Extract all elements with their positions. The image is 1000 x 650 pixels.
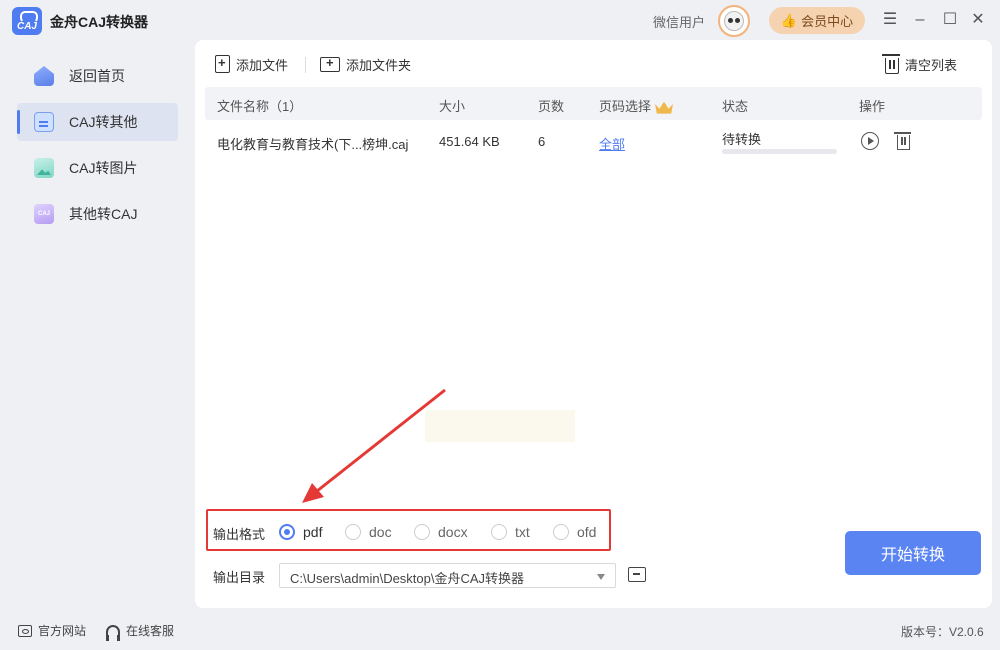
clear-list-button[interactable]: 清空列表: [882, 53, 958, 75]
hamburger-icon[interactable]: ☰: [879, 9, 901, 31]
official-website-link[interactable]: 官方网站: [18, 622, 86, 639]
file-status: 待转换: [722, 132, 762, 147]
add-file-button[interactable]: 添加文件: [215, 53, 288, 75]
col-pages: 页数: [538, 99, 565, 114]
clear-list-label: 清空列表: [905, 57, 958, 73]
format-option-label: pdf: [303, 524, 323, 540]
chevron-down-icon: [597, 574, 605, 580]
toolbar-divider: [305, 57, 306, 73]
thumbs-up-icon: 👍: [780, 12, 798, 28]
add-folder-button[interactable]: 添加文件夹: [320, 53, 411, 75]
format-option-label: docx: [438, 524, 468, 540]
delete-icon[interactable]: [894, 132, 911, 150]
format-radio-ofd[interactable]: ofd: [553, 524, 596, 540]
title-bar: CAJ 金舟CAJ转换器 微信用户 👍 会员中心 ☰ – ☐ ✕: [0, 0, 1000, 40]
progress-bar: [722, 149, 837, 154]
radio-dot-icon: [279, 524, 295, 540]
sidebar-item-caj-to-image[interactable]: CAJ转图片: [17, 149, 178, 187]
format-radio-docx[interactable]: docx: [414, 524, 468, 540]
table-header: 文件名称（1） 大小 页数 页码选择 状态 操作: [205, 87, 982, 120]
image-icon: [34, 158, 54, 178]
output-format-label: 输出格式: [213, 527, 266, 542]
minimize-icon[interactable]: –: [909, 9, 931, 31]
sidebar-item-label: CAJ转其他: [69, 114, 138, 130]
radio-dot-icon: [345, 524, 361, 540]
version-text: 版本号：V2.0.6: [901, 625, 984, 639]
file-size: 451.64 KB: [439, 134, 500, 149]
col-page-select: 页码选择: [599, 96, 674, 115]
radio-dot-icon: [414, 524, 430, 540]
col-name: 文件名称（1）: [217, 99, 303, 114]
sidebar: 返回首页 CAJ转其他 CAJ转图片 CAJ 其他转CAJ: [0, 40, 195, 610]
format-radio-pdf[interactable]: pdf: [279, 524, 322, 540]
trash-icon: [882, 53, 900, 74]
file-pages: 6: [538, 134, 546, 149]
radio-dot-icon: [553, 524, 569, 540]
output-dir-label: 输出目录: [213, 570, 266, 585]
format-radio-doc[interactable]: doc: [345, 524, 392, 540]
format-option-label: doc: [369, 524, 392, 540]
home-icon: [34, 66, 54, 86]
sidebar-item-label: 其他转CAJ: [69, 206, 138, 222]
maximize-icon[interactable]: ☐: [939, 9, 961, 31]
radio-dot-icon: [491, 524, 507, 540]
document-icon: [34, 112, 54, 132]
vip-center-button[interactable]: 👍 会员中心: [769, 7, 865, 34]
sidebar-item-label: 返回首页: [69, 68, 125, 84]
sidebar-item-home[interactable]: 返回首页: [17, 57, 178, 95]
close-icon[interactable]: ✕: [967, 9, 989, 31]
add-file-icon: [215, 55, 230, 73]
format-option-label: ofd: [577, 524, 597, 540]
format-highlight-box: [206, 509, 611, 551]
output-dir-select[interactable]: C:\Users\admin\Desktop\金舟CAJ转换器: [279, 563, 616, 588]
headset-icon: [106, 624, 120, 641]
open-folder-icon[interactable]: [628, 567, 646, 582]
app-logo-text: CAJ: [16, 21, 37, 32]
col-size: 大小: [439, 99, 466, 114]
sidebar-item-caj-to-other[interactable]: CAJ转其他: [17, 103, 178, 141]
user-name[interactable]: 微信用户: [653, 12, 705, 31]
app-logo: CAJ: [12, 7, 42, 35]
arrow-shaft: [311, 388, 446, 497]
start-convert-button[interactable]: 开始转换: [845, 531, 981, 575]
add-file-label: 添加文件: [236, 57, 289, 73]
col-actions: 操作: [859, 99, 886, 114]
sidebar-item-label: CAJ转图片: [69, 160, 138, 176]
app-title: 金舟CAJ转换器: [50, 14, 149, 30]
caj-icon: CAJ: [34, 204, 54, 224]
vip-center-label: 会员中心: [801, 14, 854, 29]
page-select-link[interactable]: 全部: [599, 134, 625, 153]
file-name: 电化教育与教育技术(下...榜坤.caj: [217, 137, 409, 152]
add-folder-label: 添加文件夹: [346, 57, 412, 73]
avatar[interactable]: [718, 5, 750, 37]
play-icon[interactable]: [861, 132, 879, 150]
online-support-label: 在线客服: [126, 624, 175, 638]
annotation-arrow: [302, 388, 446, 503]
format-radio-txt[interactable]: txt: [491, 524, 530, 540]
official-website-label: 官方网站: [38, 624, 87, 638]
online-support-link[interactable]: 在线客服: [106, 622, 175, 641]
col-status: 状态: [722, 99, 749, 114]
website-icon: [18, 624, 32, 637]
arrow-head: [302, 483, 324, 503]
add-folder-icon: [320, 55, 340, 72]
crown-icon: [655, 101, 674, 114]
output-dir-value: C:\Users\admin\Desktop\金舟CAJ转换器: [290, 571, 525, 586]
panda-avatar-icon: [724, 11, 744, 31]
col-page-select-label: 页码选择: [599, 99, 652, 114]
format-option-label: txt: [515, 524, 530, 540]
sidebar-item-other-to-caj[interactable]: CAJ 其他转CAJ: [17, 195, 178, 233]
